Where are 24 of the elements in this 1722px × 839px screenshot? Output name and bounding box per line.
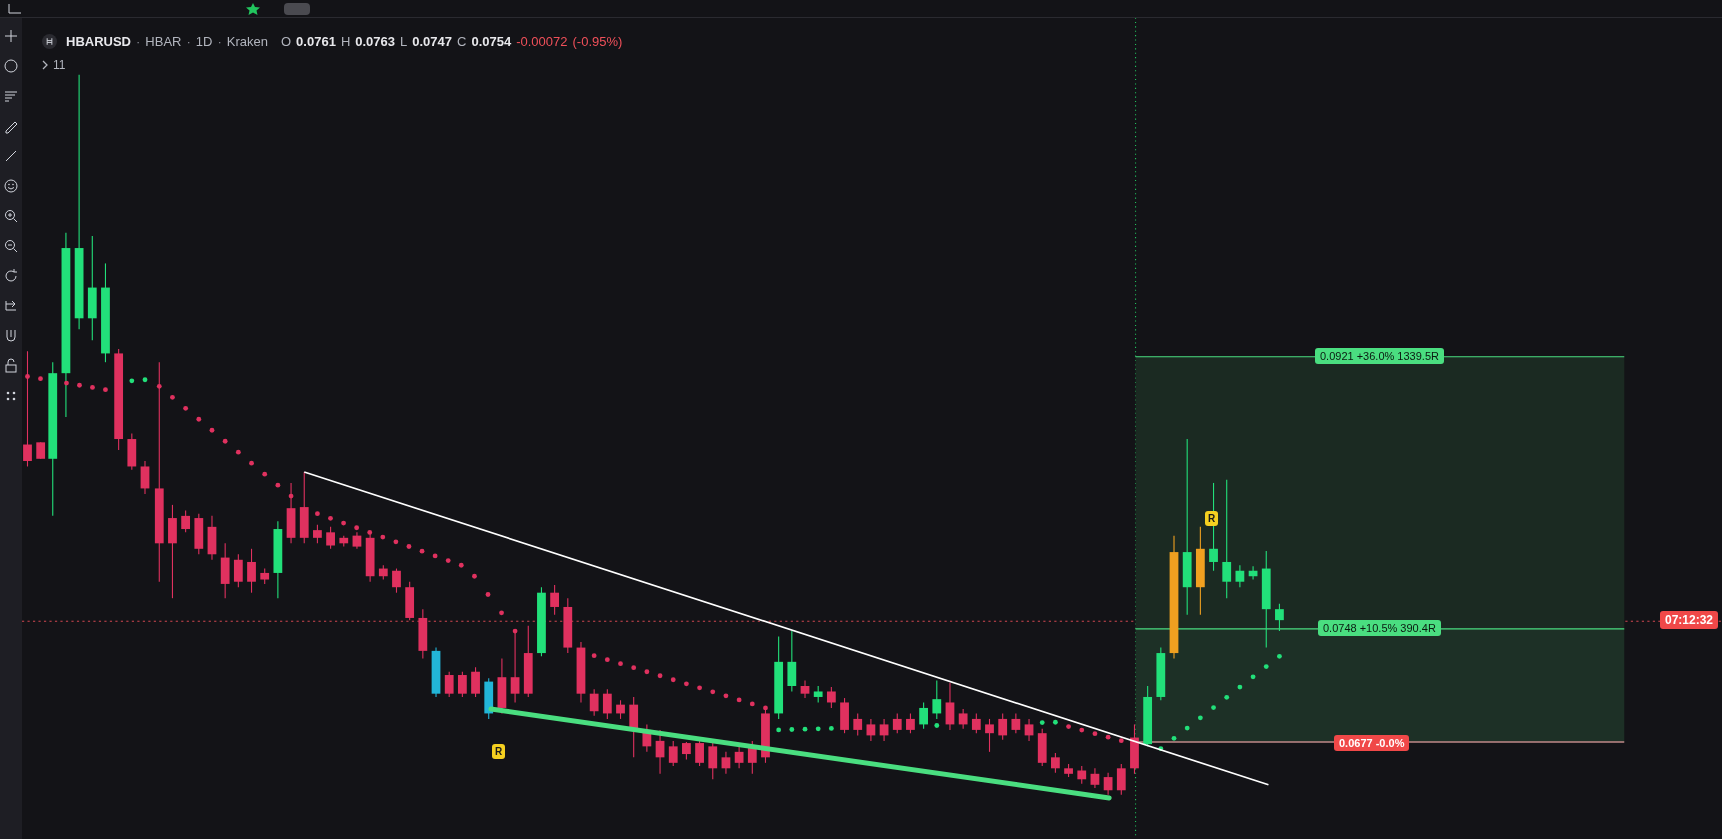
ohlc-label: O xyxy=(281,33,292,51)
ohlc-label: C xyxy=(457,33,467,51)
ohlc-value: 0.0754 xyxy=(471,33,512,51)
target-label: 0.0921 +36.0% 1339.5R xyxy=(1315,348,1444,364)
ohlc-value: 0.0761 xyxy=(296,33,336,51)
separator-dot: · xyxy=(136,33,141,51)
signal-marker: R xyxy=(492,744,505,759)
symbol-detail: 1D xyxy=(195,33,213,51)
change-percent: (-0.95%) xyxy=(572,33,623,51)
ohlc-value: 0.0763 xyxy=(355,33,396,51)
stop-label: 0.0677 -0.0% xyxy=(1334,735,1410,751)
symbol-detail: HBAR xyxy=(145,33,182,51)
ohlc-label: L xyxy=(400,33,408,51)
separator-dot: · xyxy=(217,33,222,51)
indicator-count[interactable]: 11 xyxy=(53,55,66,74)
ohlc-label: H xyxy=(340,33,351,51)
ohlc-value: 0.0747 xyxy=(412,33,453,51)
symbol-name[interactable]: HBARUSD xyxy=(66,32,131,52)
entry-label: 0.0748 +10.5% 390.4R xyxy=(1318,620,1441,636)
signal-marker: R xyxy=(1205,511,1218,526)
countdown-label: 07:12:32 xyxy=(1660,611,1719,629)
symbol-detail: Kraken xyxy=(226,33,268,51)
change-value: -0.00072 xyxy=(516,33,568,51)
separator-dot: · xyxy=(186,33,191,51)
